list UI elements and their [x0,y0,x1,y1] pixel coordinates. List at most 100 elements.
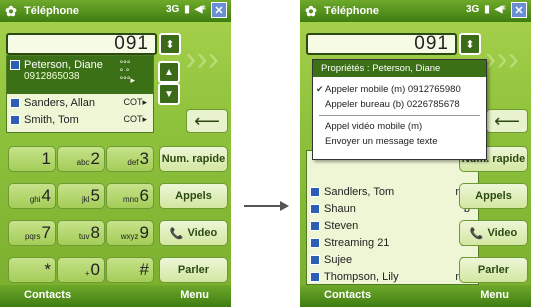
menu-item-label: Appeler mobile (m) 0912765980 [325,84,461,95]
backspace-button[interactable]: ⟵ [486,109,528,133]
list-item[interactable]: Sandlers, Tomm▸ [307,183,478,200]
list-item[interactable]: Shaunb [307,200,478,217]
network-3g-icon[interactable]: 3G [466,2,479,18]
window-title: Téléphone [324,5,380,17]
key-9[interactable]: wxyz 9 [106,220,154,246]
signal-icon[interactable]: ▮ [484,2,490,18]
key-3[interactable]: def 3 [106,146,154,172]
decorative-arrows-icon: ››› [485,40,519,78]
decorative-arrows-icon: ››› [185,40,219,78]
key-2[interactable]: abc 2 [57,146,105,172]
suggestion-toggle-button[interactable]: ⬍ [459,33,481,55]
video-phone-icon: 📞 [169,227,184,240]
backspace-button[interactable]: ⟵ [186,109,228,133]
list-item-name: Shaun [324,202,356,215]
contact-card-icon [310,203,320,214]
suggestion-toggle-button[interactable]: ⬍ [159,33,181,55]
softkey-bar: Contacts Menu [0,285,231,307]
contact-card-icon [10,60,20,71]
suggestion-type: COT▸ [123,97,147,107]
suggestion-name: Sanders, Allan [24,96,95,109]
contact-card-icon [10,97,20,108]
start-menu-icon[interactable]: ✿ [2,2,20,20]
menu-item-label: Appel vidéo mobile (m) [325,121,423,132]
number-input[interactable]: 091 [306,33,457,55]
key-6[interactable]: mno 6 [106,183,154,209]
number-input[interactable]: 091 [6,33,157,55]
video-call-button[interactable]: 📞 Video [159,220,228,246]
speed-dial-button[interactable]: Num. rapide [159,146,228,172]
contact-card-icon [310,237,320,248]
menu-divider [319,115,480,116]
softkey-menu[interactable]: Menu [480,289,509,301]
suggestion-name: Peterson, Diane [24,59,103,71]
list-item-name: Streaming 21 [324,236,390,249]
key-0[interactable]: +0 [57,257,105,283]
phone-screen-right: ✿ Téléphone 3G ▮ ◀ᵋ ✕ ››› 091 ⬍ ⟵ Sandle… [300,0,531,307]
phone-screen-left: ✿ Téléphone 3G ▮ ◀ᵋ ✕ ››› 091 ⬍ Peterson… [0,0,231,307]
contact-card-icon [310,186,320,197]
menu-item-video-call[interactable]: Appel vidéo mobile (m) [313,119,486,134]
start-menu-icon[interactable]: ✿ [302,2,320,20]
suggestion-list: Peterson, Diane 0912865038 °°° ° ° °°°▸ Sa… [6,55,154,133]
menu-item-label: Envoyer un message texte [325,136,438,147]
scroll-up-button[interactable]: ▲ [158,61,180,83]
key-7[interactable]: pqrs 7 [8,220,56,246]
suggestion-name: Smith, Tom [24,113,79,126]
softkey-contacts[interactable]: Contacts [324,289,371,301]
title-bar: ✿ Téléphone 3G ▮ ◀ᵋ ✕ [0,0,231,22]
suggestion-item-peterson[interactable]: Peterson, Diane 0912865038 °°° ° ° °°°▸ [7,56,153,94]
list-item-name: Sujee [324,253,353,266]
transition-arrow-icon [244,201,290,211]
list-item[interactable]: Sujeem [307,251,478,268]
list-item[interactable]: Stevenm [307,217,478,234]
volume-icon[interactable]: ◀ᵋ [495,2,506,18]
softkey-menu[interactable]: Menu [180,289,209,301]
context-menu-header[interactable]: Propriétés : Peterson, Diane [313,60,486,77]
scroll-down-button[interactable]: ▼ [158,83,180,105]
key-star[interactable]: * [8,257,56,283]
talk-button[interactable]: Parler [159,257,228,283]
menu-item-label: Appeler bureau (b) 0226785678 [325,99,460,110]
menu-item-send-sms[interactable]: Envoyer un message texte [313,134,486,149]
suggestion-item-smith[interactable]: Smith, Tom COT▸ [7,111,153,128]
window-title: Téléphone [24,5,80,17]
list-item-name: Steven [324,219,359,232]
list-item-name: Sandlers, Tom [324,185,395,198]
contact-card-icon [10,114,20,125]
talk-button[interactable]: Parler [459,257,528,283]
key-1[interactable]: 1 [8,146,56,172]
video-label: Video [487,227,518,239]
list-item[interactable]: Streaming 21m [307,234,478,251]
menu-item-call-work[interactable]: Appeler bureau (b) 0226785678 [313,97,486,112]
video-phone-icon: 📞 [469,227,484,240]
contact-list: Sandlers, Tomm▸ Shaunb Stevenm Streaming… [306,150,479,285]
list-item-name: Thompson, Lily [324,270,399,283]
menu-item-call-mobile[interactable]: ✔ Appeler mobile (m) 0912765980 [313,82,486,97]
video-label: Video [187,227,218,239]
context-menu: Propriétés : Peterson, Diane ✔ Appeler mo… [312,59,487,160]
volume-icon[interactable]: ◀ᵋ [195,2,206,18]
title-bar: ✿ Téléphone 3G ▮ ◀ᵋ ✕ [300,0,531,22]
call-history-button[interactable]: Appels [459,183,528,209]
key-5[interactable]: jkl 5 [57,183,105,209]
suggestion-number: 0912865038 [24,71,80,82]
suggestion-type: COT▸ [123,114,147,124]
close-icon[interactable]: ✕ [211,2,227,18]
network-3g-icon[interactable]: 3G [166,2,179,18]
close-icon[interactable]: ✕ [511,2,527,18]
key-8[interactable]: tuv 8 [57,220,105,246]
contact-card-icon [310,254,320,265]
key-hash[interactable]: # [106,257,154,283]
video-call-button[interactable]: 📞 Video [459,220,528,246]
suggestion-item-sanders[interactable]: Sanders, Allan COT▸ [7,94,153,111]
key-4[interactable]: ghi 4 [8,183,56,209]
list-item[interactable]: Thompson, Lilym▸ [307,268,478,285]
signal-icon[interactable]: ▮ [184,2,190,18]
call-history-button[interactable]: Appels [159,183,228,209]
softkey-contacts[interactable]: Contacts [24,289,71,301]
contact-card-icon [310,271,320,282]
checkmark-icon: ✔ [316,84,324,94]
contact-card-icon [310,220,320,231]
loading-spinner-icon: °°° ° ° °°°▸ [119,59,135,85]
